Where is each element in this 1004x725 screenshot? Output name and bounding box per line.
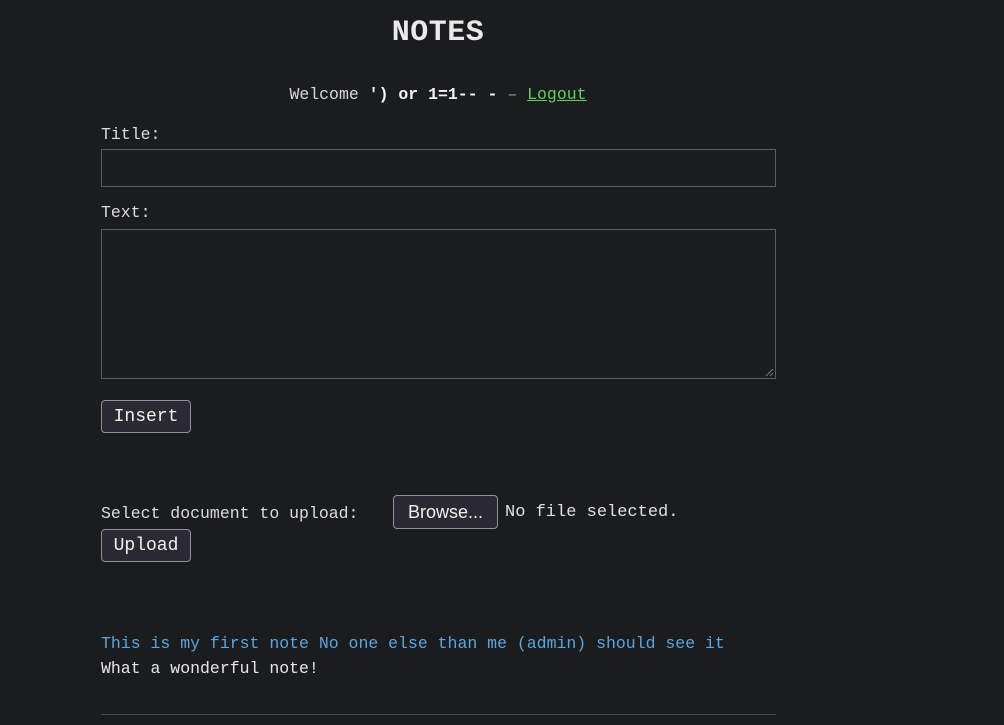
- upload-button[interactable]: Upload: [101, 529, 191, 562]
- text-textarea[interactable]: [101, 229, 776, 379]
- insert-button[interactable]: Insert: [101, 400, 191, 433]
- upload-label: Select document to upload:: [101, 504, 359, 523]
- divider: [101, 714, 776, 715]
- note-text: What a wonderful note!: [101, 659, 319, 678]
- welcome-line: Welcome ') or 1=1-- - – Logout: [0, 85, 876, 104]
- logout-link[interactable]: Logout: [527, 85, 586, 104]
- text-label: Text:: [101, 203, 151, 222]
- page-title: NOTES: [391, 16, 485, 50]
- file-status: No file selected.: [505, 503, 679, 522]
- username: ') or 1=1-- -: [368, 85, 498, 104]
- welcome-text: Welcome: [289, 85, 359, 104]
- note-title: This is my first note No one else than m…: [101, 634, 725, 653]
- separator: –: [507, 85, 518, 104]
- browse-button[interactable]: Browse...: [393, 495, 498, 529]
- title-input[interactable]: [101, 149, 776, 187]
- title-label: Title:: [101, 125, 161, 144]
- resize-grip-icon[interactable]: [764, 367, 774, 377]
